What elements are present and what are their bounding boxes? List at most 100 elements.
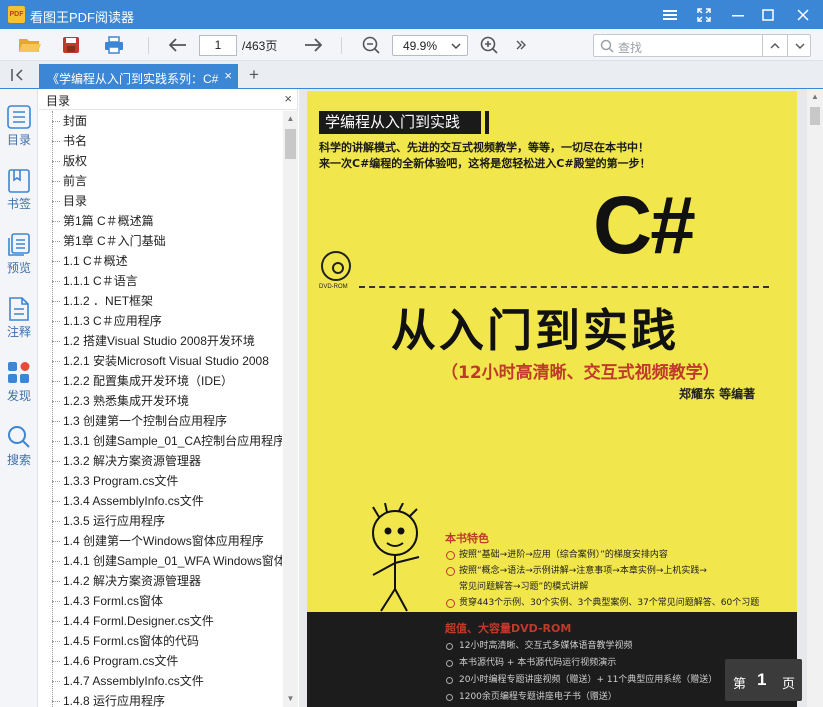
zoom-select[interactable]: 49.9% — [392, 35, 468, 56]
cover-series-banner: 学编程从入门到实践 — [319, 111, 481, 134]
toc-item[interactable]: 1.2 搭建Visual Studio 2008开发环境 — [39, 331, 282, 351]
toc-item[interactable]: 1.1.3 C＃应用程序 — [39, 311, 282, 331]
toolbar: 1 /463页 49.9% 查找 — [0, 29, 823, 61]
toc-panel: 目录 × 封面 书名 版权 前言 目录 第1篇 C＃概述篇 第1章 C＃入门基础 1.1 C＃… — [39, 89, 298, 707]
toc-item[interactable]: 1.3.1 创建Sample_01_CA控制台应用程序 — [39, 431, 282, 451]
page-indicator-prefix: 第 — [733, 676, 747, 691]
toc-item[interactable]: 1.3.3 Program.cs文件 — [39, 471, 282, 491]
double-chevron-right-icon — [516, 40, 526, 50]
toc-item[interactable]: 1.4.4 Forml.Designer.cs文件 — [39, 611, 282, 631]
toc-item[interactable]: 1.2.2 配置集成开发环境（IDE） — [39, 371, 282, 391]
toc-item[interactable]: 1.4.1 创建Sample_01_WFA Windows窗体 — [39, 551, 282, 571]
toc-item[interactable]: 1.3.4 AssemblyInfo.cs文件 — [39, 491, 282, 511]
bookmark-icon — [8, 169, 30, 193]
rail-item-bookmark[interactable]: 书签 — [0, 169, 38, 229]
toc-item[interactable]: 1.4.2 解决方案资源管理器 — [39, 571, 282, 591]
tab-bar: 《学编程从入门到实践系列：C# × + — [0, 61, 823, 89]
toc-item[interactable]: 第1篇 C＃概述篇 — [39, 211, 282, 231]
maximize-button[interactable] — [751, 0, 785, 29]
toc-item[interactable]: 第1章 C＃入门基础 — [39, 231, 282, 251]
discover-icon — [8, 362, 30, 383]
maximize-icon — [762, 8, 774, 21]
preview-icon — [8, 233, 30, 256]
search-next-button[interactable] — [787, 35, 812, 56]
toc-item[interactable]: 1.4.6 Program.cs文件 — [39, 651, 282, 671]
rail-item-preview[interactable]: 预览 — [0, 233, 38, 293]
close-tab-icon[interactable]: × — [224, 69, 232, 83]
save-button[interactable] — [58, 33, 84, 57]
document-viewer[interactable]: 学编程从入门到实践 科学的讲解模式、先进的交互式视频教学，等等，一切尽在本书中！… — [299, 89, 807, 707]
rail-item-toc[interactable]: 目录 — [0, 105, 38, 165]
scroll-down-icon[interactable]: ▼ — [283, 691, 298, 707]
toc-item[interactable]: 前言 — [39, 171, 282, 191]
toc-item[interactable]: 1.1.2 ．NET框架 — [39, 291, 282, 311]
toc-item[interactable]: 1.4.7 AssemblyInfo.cs文件 — [39, 671, 282, 691]
folder-icon — [19, 39, 41, 52]
rail-item-search[interactable]: 搜索 — [0, 425, 38, 485]
cover-intro-line: 科学的讲解模式、先进的交互式视频教学，等等，一切尽在本书中！ — [319, 141, 649, 154]
toc-item[interactable]: 1.2.3 熟悉集成开发环境 — [39, 391, 282, 411]
scroll-thumb[interactable] — [810, 107, 820, 125]
scroll-up-icon[interactable]: ▲ — [283, 111, 298, 127]
fullscreen-button[interactable] — [687, 0, 721, 29]
toc-item[interactable]: 1.3.5 运行应用程序 — [39, 511, 282, 531]
print-button[interactable] — [101, 33, 127, 57]
viewer-scrollbar[interactable]: ▲ — [807, 89, 823, 707]
page-number-input[interactable]: 1 — [199, 35, 237, 56]
toc-item[interactable]: 版权 — [39, 151, 282, 171]
zoom-in-button[interactable] — [476, 33, 502, 57]
search-field[interactable]: 查找 — [593, 34, 811, 57]
collapse-sidebar-button[interactable] — [8, 66, 28, 84]
toc-scrollbar[interactable]: ▲ ▼ — [283, 111, 298, 707]
toc-item[interactable]: 1.4.8 运行应用程序 — [39, 691, 282, 707]
toc-item[interactable]: 1.1 C＃概述 — [39, 251, 282, 271]
menu-button[interactable] — [653, 0, 687, 29]
feature-item: 按照“概念→语法→示例讲解→注意事项→本章实例→上机实践→ — [445, 563, 790, 579]
rail-item-discover[interactable]: 发现 — [0, 361, 38, 421]
cover-subtitle: （12小时高清晰、交互式视频教学） — [441, 363, 720, 383]
open-file-button[interactable] — [17, 33, 43, 57]
annotation-icon — [9, 297, 29, 321]
arrow-left-icon — [169, 38, 186, 52]
page-indicator-suffix: 页 — [782, 676, 796, 691]
chevron-down-icon — [451, 43, 461, 49]
page-indicator-number: 1 — [757, 670, 767, 689]
menu-icon — [663, 9, 677, 20]
zoom-out-button[interactable] — [358, 33, 384, 57]
add-tab-button[interactable]: + — [245, 65, 263, 85]
save-icon — [63, 37, 79, 53]
toc-item[interactable]: 1.1.1 C＃语言 — [39, 271, 282, 291]
scroll-up-icon[interactable]: ▲ — [807, 89, 823, 105]
toc-list: 封面 书名 版权 前言 目录 第1篇 C＃概述篇 第1章 C＃入门基础 1.1 C＃概述 1.1… — [39, 111, 282, 707]
toc-item[interactable]: 书名 — [39, 131, 282, 151]
close-icon[interactable]: × — [284, 91, 292, 106]
rail-label: 预览 — [6, 261, 31, 275]
toc-title: 目录 — [46, 94, 71, 108]
rail-item-annotation[interactable]: 注释 — [0, 297, 38, 357]
cover-intro: 科学的讲解模式、先进的交互式视频教学，等等，一切尽在本书中！ 来一次C#编程的全… — [319, 140, 779, 172]
cover-big-title: C# — [593, 180, 696, 271]
toc-item[interactable]: 1.2.1 安装Microsoft Visual Studio 2008 — [39, 351, 282, 371]
search-icon — [600, 39, 614, 53]
chevron-up-icon — [770, 42, 780, 48]
toc-item[interactable]: 封面 — [39, 111, 282, 131]
prev-page-button[interactable] — [165, 33, 191, 57]
search-prev-button[interactable] — [762, 35, 787, 56]
page-total: /463页 — [242, 39, 278, 53]
toc-item[interactable]: 1.4.3 Forml.cs窗体 — [39, 591, 282, 611]
stick-figure-illustration — [372, 503, 420, 612]
toc-item[interactable]: 目录 — [39, 191, 282, 211]
close-icon — [797, 8, 809, 21]
next-page-button[interactable] — [300, 33, 326, 57]
minimize-button[interactable] — [721, 0, 755, 29]
more-tools-button[interactable] — [508, 33, 534, 57]
disc-label: DVD-ROM — [319, 284, 348, 290]
toc-item[interactable]: 1.3 创建第一个控制台应用程序 — [39, 411, 282, 431]
toc-item[interactable]: 1.3.2 解决方案资源管理器 — [39, 451, 282, 471]
toc-item[interactable]: 1.4.5 Forml.cs窗体的代码 — [39, 631, 282, 651]
close-window-button[interactable] — [786, 0, 820, 29]
toc-item[interactable]: 1.4 创建第一个Windows窗体应用程序 — [39, 531, 282, 551]
scroll-thumb[interactable] — [285, 129, 296, 159]
document-tab[interactable]: 《学编程从入门到实践系列：C# × — [39, 64, 238, 89]
cover-feature-title: 本书特色 — [445, 532, 489, 545]
